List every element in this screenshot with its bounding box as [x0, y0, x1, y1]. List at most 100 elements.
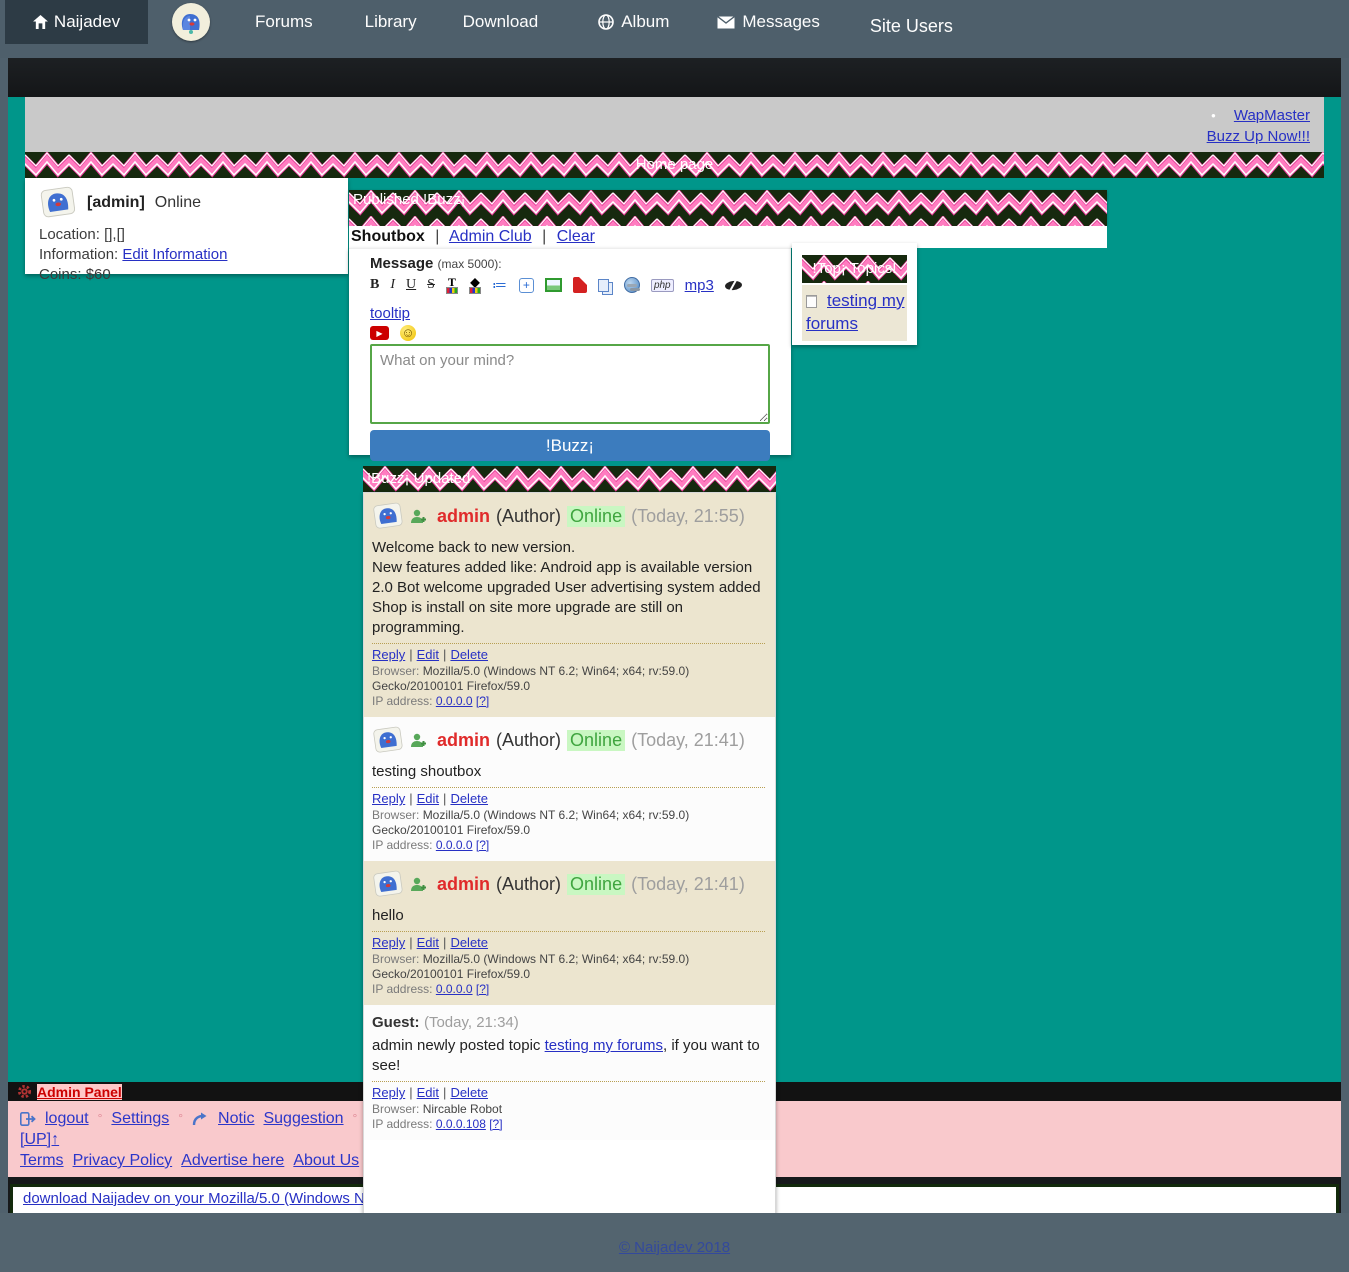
message-avatar[interactable] — [372, 870, 404, 898]
ip-help-link[interactable]: [?] — [489, 1117, 502, 1131]
advertise-link[interactable]: Advertise here — [181, 1150, 284, 1171]
browser-value: Nircable Robot — [423, 1102, 502, 1116]
ip-help-link[interactable]: [?] — [476, 694, 489, 708]
reply-link[interactable]: Reply — [372, 647, 405, 662]
shoutbox-tabs: Shoutbox | Admin Club | Clear — [349, 226, 1107, 248]
link-globe-icon[interactable] — [624, 277, 640, 293]
nav-album[interactable]: Album — [598, 0, 669, 44]
guest-author: Guest — [372, 1014, 415, 1031]
up-link[interactable]: [UP]↑ — [20, 1129, 59, 1150]
logout-icon — [20, 1112, 36, 1126]
delete-link[interactable]: Delete — [450, 1085, 488, 1100]
guest-topic-link[interactable]: testing my forums — [545, 1037, 663, 1054]
message-author[interactable]: admin — [437, 730, 490, 751]
fill-color-icon[interactable]: ◆ — [469, 277, 481, 294]
ip-link[interactable]: 0.0.0.0 — [436, 982, 473, 996]
site-logo[interactable] — [172, 3, 210, 41]
admin-panel-link[interactable]: Admin Panel — [37, 1084, 122, 1100]
ip-label: IP address: — [372, 982, 432, 996]
ip-label: IP address: — [372, 694, 432, 708]
message-avatar[interactable] — [372, 502, 404, 530]
guest-time: (Today, 21:34) — [424, 1014, 519, 1031]
delete-link[interactable]: Delete — [450, 791, 488, 806]
format-toolbar-row2: ▶ ☺ — [370, 325, 770, 341]
buzz-updated-title: !Buzz¡ Updated — [363, 466, 776, 492]
message-author[interactable]: admin — [437, 874, 490, 895]
reply-link[interactable]: Reply — [372, 791, 405, 806]
message-author[interactable]: admin — [437, 506, 490, 527]
smiley-icon[interactable]: ☺ — [400, 325, 416, 341]
italic-icon[interactable]: I — [390, 277, 395, 293]
edit-link[interactable]: Edit — [417, 935, 439, 950]
nav-download[interactable]: Download — [463, 0, 539, 44]
privacy-link[interactable]: Privacy Policy — [73, 1150, 173, 1171]
youtube-icon[interactable]: ▶ — [370, 326, 389, 340]
suggestion-link[interactable]: Suggestion — [263, 1108, 343, 1129]
globe-icon — [598, 14, 614, 30]
top-nav: Naijadev Forums Library Download Album — [0, 0, 1349, 58]
terms-link[interactable]: Terms — [20, 1150, 64, 1171]
shout-message: admin (Author) Online (Today, 21:55) Wel… — [364, 493, 775, 717]
nav-library[interactable]: Library — [365, 0, 417, 44]
settings-link[interactable]: Settings — [111, 1108, 169, 1129]
tab-shoutbox[interactable]: Shoutbox — [351, 228, 425, 245]
browser-label: Browser: — [372, 1102, 419, 1116]
image-icon[interactable] — [545, 278, 562, 292]
list-icon[interactable]: ≔ — [492, 276, 508, 294]
ip-help-link[interactable]: [?] — [476, 838, 489, 852]
nav-forums[interactable]: Forums — [255, 0, 313, 44]
delete-link[interactable]: Delete — [450, 935, 488, 950]
envelope-icon — [717, 16, 735, 29]
user-add-icon — [410, 732, 427, 748]
bold-icon[interactable]: B — [370, 277, 379, 293]
logout-link[interactable]: logout — [45, 1108, 89, 1129]
strikethrough-icon[interactable]: S — [427, 277, 435, 293]
wapmaster-link[interactable]: WapMaster — [1234, 107, 1310, 124]
ip-link[interactable]: 0.0.0.0 — [436, 694, 473, 708]
edit-information-link[interactable]: Edit Information — [122, 246, 227, 263]
topic-link[interactable]: testing my forums — [806, 291, 904, 333]
nav-brand-tab[interactable]: Naijadev — [5, 0, 148, 44]
buzz-up-link[interactable]: Buzz Up Now!!! — [1207, 128, 1310, 145]
edit-link[interactable]: Edit — [417, 647, 439, 662]
shout-message-input[interactable] — [370, 344, 770, 424]
pdf-icon[interactable] — [573, 277, 587, 293]
ip-link[interactable]: 0.0.0.108 — [436, 1117, 486, 1131]
message-time: (Today, 21:55) — [631, 506, 745, 527]
user-status: Online — [155, 194, 201, 212]
message-avatar[interactable] — [372, 726, 404, 754]
ip-help-link[interactable]: [?] — [476, 982, 489, 996]
reply-link[interactable]: Reply — [372, 1085, 405, 1100]
coins-value: $60 — [86, 266, 111, 283]
separator: | — [435, 228, 439, 245]
message-label: Message — [370, 255, 433, 272]
php-icon[interactable]: php — [651, 279, 674, 292]
font-color-icon[interactable]: T — [446, 277, 458, 294]
separator: | — [542, 228, 546, 245]
top-topics-banner: !Top¡ Topics! — [802, 255, 907, 283]
separator-dot: ° — [353, 1108, 358, 1129]
edit-link[interactable]: Edit — [417, 791, 439, 806]
about-link[interactable]: About Us — [293, 1150, 359, 1171]
notic-link[interactable]: Notic — [218, 1108, 254, 1129]
underline-icon[interactable]: U — [406, 277, 416, 293]
message-time: (Today, 21:41) — [631, 874, 745, 895]
message-status: Online — [567, 506, 625, 527]
buzz-submit-button[interactable]: !Buzz¡ — [370, 430, 770, 461]
tooltip-link[interactable]: tooltip — [370, 305, 410, 322]
insert-icon[interactable]: + — [519, 278, 534, 293]
reply-link[interactable]: Reply — [372, 935, 405, 950]
nav-site-users[interactable]: Site Users — [870, 4, 953, 48]
mp3-link[interactable]: mp3 — [685, 277, 714, 294]
hide-eye-icon[interactable] — [724, 280, 742, 291]
home-banner-title: Home page — [25, 152, 1324, 178]
tab-clear[interactable]: Clear — [557, 228, 595, 245]
delete-link[interactable]: Delete — [450, 647, 488, 662]
tab-admin-club[interactable]: Admin Club — [449, 228, 532, 245]
separator-dot: ° — [98, 1108, 103, 1129]
ip-link[interactable]: 0.0.0.0 — [436, 838, 473, 852]
copyright-link[interactable]: © Naijadev 2018 — [619, 1239, 730, 1256]
nav-messages[interactable]: Messages — [717, 0, 819, 44]
edit-link[interactable]: Edit — [417, 1085, 439, 1100]
copy-icon[interactable] — [598, 279, 609, 292]
